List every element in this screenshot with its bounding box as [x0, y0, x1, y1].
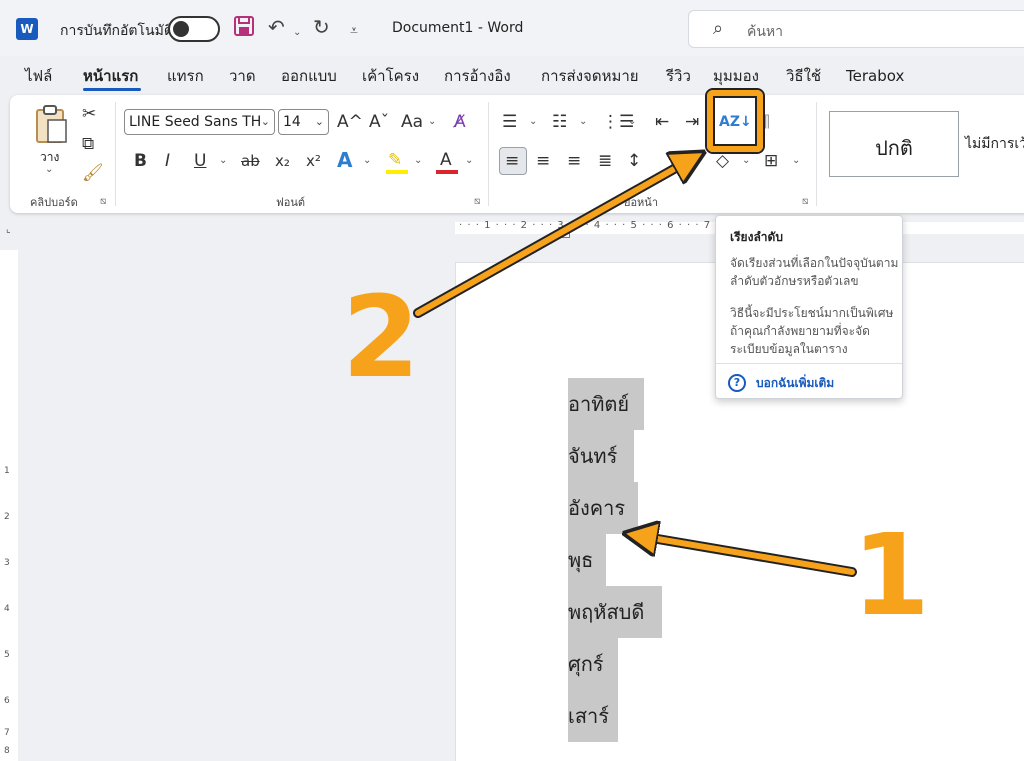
sort-button-highlight	[707, 90, 763, 152]
annotation-number-2: 2	[342, 273, 420, 403]
annotation-arrows	[413, 0, 857, 577]
annotation-number-1: 1	[852, 511, 930, 641]
